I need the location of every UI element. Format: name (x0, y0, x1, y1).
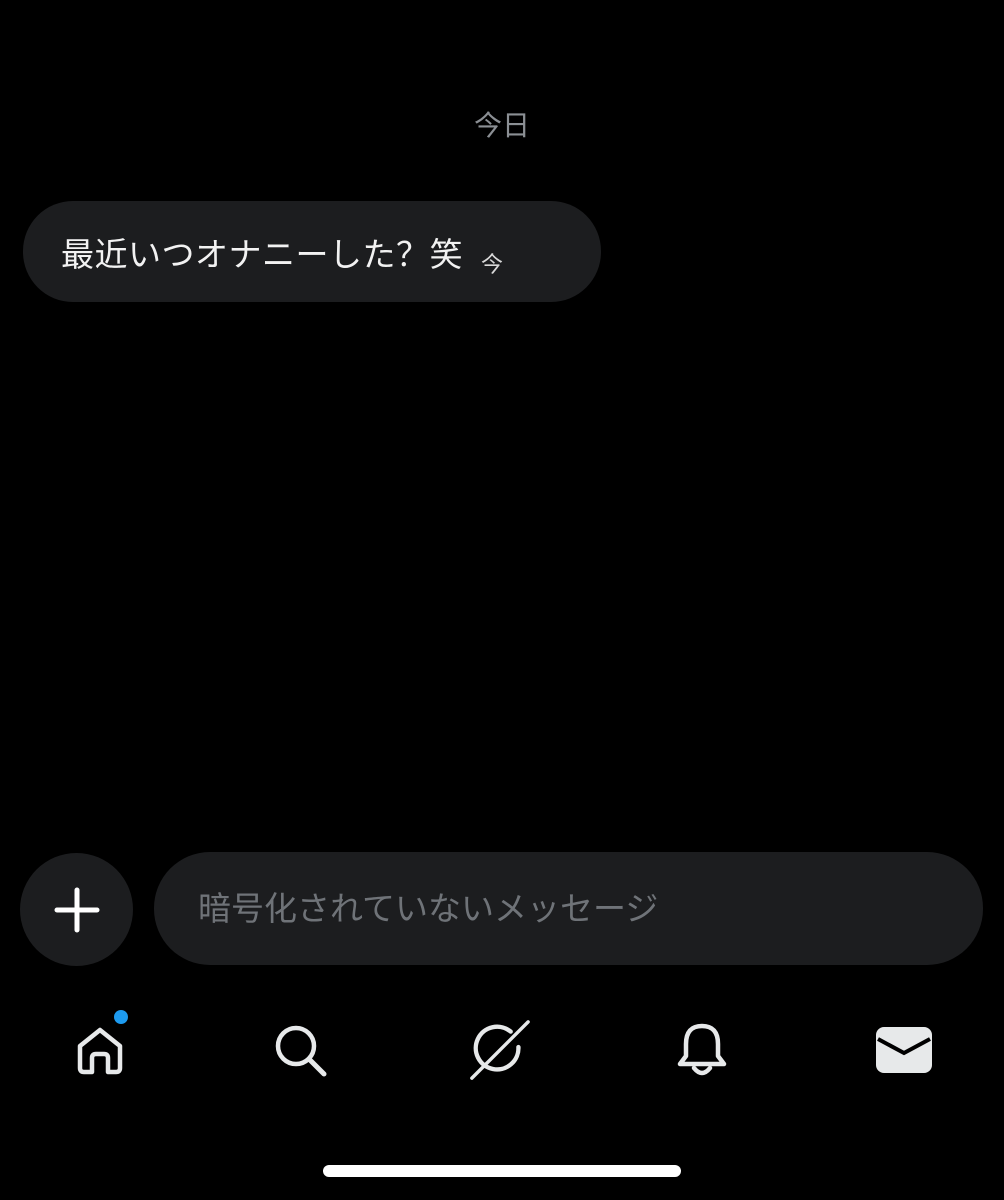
add-attachment-button[interactable] (20, 853, 133, 966)
grok-icon (470, 1020, 530, 1080)
tab-messages[interactable] (872, 1018, 936, 1082)
home-icon (77, 1027, 123, 1075)
tab-grok[interactable] (468, 1018, 532, 1082)
message-input[interactable] (154, 852, 983, 965)
tab-search[interactable] (268, 1018, 332, 1082)
plus-icon (54, 887, 99, 932)
envelope-icon (876, 1027, 932, 1073)
message-bubble[interactable]: 最近いつオナニーした？笑 今 (23, 201, 601, 302)
message-timestamp: 今 (481, 252, 504, 278)
home-notification-dot (114, 1010, 128, 1024)
search-icon (275, 1025, 327, 1077)
tab-home[interactable] (68, 1018, 132, 1082)
home-indicator[interactable] (323, 1165, 681, 1177)
date-divider: 今日 (473, 109, 530, 142)
bell-icon (677, 1023, 727, 1076)
message-text: 最近いつオナニーした？笑 (61, 234, 463, 274)
tab-notifications[interactable] (670, 1018, 734, 1082)
